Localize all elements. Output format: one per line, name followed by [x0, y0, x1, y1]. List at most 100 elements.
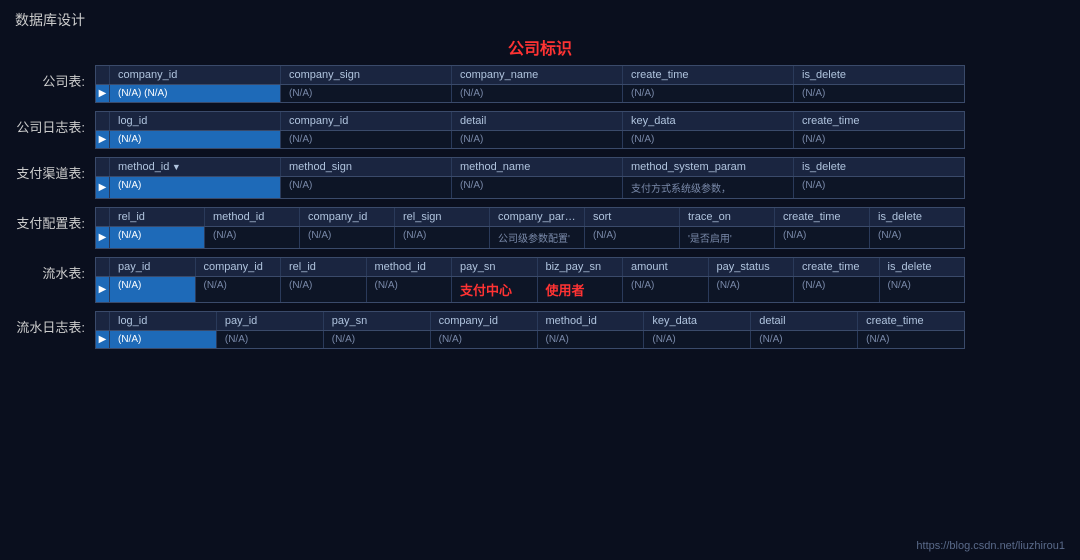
table-2: method_idmethod_signmethod_namemethod_sy… — [95, 157, 965, 199]
col-header-2-2: method_name — [452, 158, 623, 176]
cell-4-0-9: (N/A) — [880, 277, 965, 302]
cell-4-0-0: (N/A) — [110, 277, 196, 302]
cell-2-0-1: (N/A) — [281, 177, 452, 198]
cell-5-0-1: (N/A) — [217, 331, 324, 348]
col-header-3-3: rel_sign — [395, 208, 490, 226]
db-table-row-2: 支付渠道表:method_idmethod_signmethod_namemet… — [15, 157, 1065, 199]
col-header-4-6: amount — [623, 258, 709, 276]
cell-4-0-1: (N/A) — [196, 277, 282, 302]
col-header-1-4: create_time — [794, 112, 964, 130]
col-header-3-0: rel_id — [110, 208, 205, 226]
cell-1-0-0: (N/A) — [110, 131, 281, 148]
cell-0-0-4: (N/A) — [794, 85, 964, 102]
col-header-3-5: sort — [585, 208, 680, 226]
table-label-0: 公司表: — [15, 65, 95, 90]
cell-4-0-4: 支付中心 — [452, 277, 538, 302]
cell-4-0-6: (N/A) — [623, 277, 709, 302]
col-header-3-6: trace_on — [680, 208, 775, 226]
cell-0-0-1: (N/A) — [281, 85, 452, 102]
col-header-0-4: is_delete — [794, 66, 964, 84]
cell-0-0-2: (N/A) — [452, 85, 623, 102]
cell-0-0-0: (N/A) (N/A) — [110, 85, 281, 102]
table-label-5: 流水日志表: — [15, 311, 95, 336]
col-header-5-7: create_time — [858, 312, 964, 330]
cell-3-0-4: 公司级参数配置' — [490, 227, 585, 248]
db-table-row-5: 流水日志表:log_idpay_idpay_sncompany_idmethod… — [15, 311, 1065, 349]
cell-2-0-4: (N/A) — [794, 177, 964, 198]
table-1: log_idcompany_iddetailkey_datacreate_tim… — [95, 111, 965, 149]
col-header-3-7: create_time — [775, 208, 870, 226]
table-row-3-0: ▶(N/A)(N/A)(N/A)(N/A)公司级参数配置'(N/A)'是否启用'… — [96, 227, 964, 248]
col-header-2-1: method_sign — [281, 158, 452, 176]
col-header-3-1: method_id — [205, 208, 300, 226]
db-table-row-1: 公司日志表:log_idcompany_iddetailkey_datacrea… — [15, 111, 1065, 149]
col-header-5-5: key_data — [644, 312, 751, 330]
cell-1-0-3: (N/A) — [623, 131, 794, 148]
col-header-5-0: log_id — [110, 312, 217, 330]
col-header-4-8: create_time — [794, 258, 880, 276]
cell-3-0-8: (N/A) — [870, 227, 964, 248]
table-label-3: 支付配置表: — [15, 207, 95, 232]
table-4: pay_idcompany_idrel_idmethod_idpay_snbiz… — [95, 257, 965, 303]
col-header-1-3: key_data — [623, 112, 794, 130]
cell-4-0-8: (N/A) — [794, 277, 880, 302]
cell-5-0-6: (N/A) — [751, 331, 858, 348]
cell-3-0-1: (N/A) — [205, 227, 300, 248]
cell-4-0-3: (N/A) — [367, 277, 453, 302]
col-header-2-4: is_delete — [794, 158, 964, 176]
col-header-0-1: company_sign — [281, 66, 452, 84]
col-header-3-8: is_delete — [870, 208, 964, 226]
col-header-4-0: pay_id — [110, 258, 196, 276]
cell-5-0-2: (N/A) — [324, 331, 431, 348]
col-header-4-1: company_id — [196, 258, 282, 276]
col-header-1-2: detail — [452, 112, 623, 130]
col-header-0-2: company_name — [452, 66, 623, 84]
cell-5-0-4: (N/A) — [538, 331, 645, 348]
col-header-4-7: pay_status — [709, 258, 795, 276]
cell-3-0-3: (N/A) — [395, 227, 490, 248]
col-header-4-5: biz_pay_sn — [538, 258, 624, 276]
cell-2-0-2: (N/A) — [452, 177, 623, 198]
table-row-0-0: ▶(N/A) (N/A)(N/A)(N/A)(N/A)(N/A) — [96, 85, 964, 102]
cell-3-0-7: (N/A) — [775, 227, 870, 248]
cell-5-0-3: (N/A) — [431, 331, 538, 348]
table-label-2: 支付渠道表: — [15, 157, 95, 182]
cell-5-0-7: (N/A) — [858, 331, 964, 348]
col-header-4-4: pay_sn — [452, 258, 538, 276]
col-header-1-1: company_id — [281, 112, 452, 130]
table-label-1: 公司日志表: — [15, 111, 95, 136]
cell-4-0-5: 使用者 — [538, 277, 624, 302]
col-header-4-3: method_id — [367, 258, 453, 276]
cell-1-0-2: (N/A) — [452, 131, 623, 148]
col-header-2-3: method_system_param — [623, 158, 794, 176]
page-title: 数据库设计 — [0, 0, 1080, 35]
cell-3-0-6: '是否启用' — [680, 227, 775, 248]
cell-1-0-4: (N/A) — [794, 131, 964, 148]
cell-3-0-5: (N/A) — [585, 227, 680, 248]
col-header-5-1: pay_id — [217, 312, 324, 330]
cell-4-0-7: (N/A) — [709, 277, 795, 302]
table-0: company_idcompany_signcompany_namecreate… — [95, 65, 965, 103]
table-3: rel_idmethod_idcompany_idrel_signcompany… — [95, 207, 965, 249]
cell-1-0-1: (N/A) — [281, 131, 452, 148]
col-header-1-0: log_id — [110, 112, 281, 130]
table-row-4-0: ▶(N/A)(N/A)(N/A)(N/A)支付中心使用者(N/A)(N/A)(N… — [96, 277, 964, 302]
cell-0-0-3: (N/A) — [623, 85, 794, 102]
col-header-3-2: company_id — [300, 208, 395, 226]
col-header-5-3: company_id — [431, 312, 538, 330]
col-header-4-2: rel_id — [281, 258, 367, 276]
col-header-2-0: method_id — [110, 158, 281, 176]
col-header-3-4: company_param — [490, 208, 585, 226]
db-table-row-3: 支付配置表:rel_idmethod_idcompany_idrel_signc… — [15, 207, 1065, 249]
cell-2-0-0: (N/A) — [110, 177, 281, 198]
footer-url: https://blog.csdn.net/liuzhirou1 — [916, 540, 1065, 552]
table-label-4: 流水表: — [15, 257, 95, 282]
col-header-0-0: company_id — [110, 66, 281, 84]
cell-5-0-0: (N/A) — [110, 331, 217, 348]
col-header-5-2: pay_sn — [324, 312, 431, 330]
db-table-row-4: 流水表:pay_idcompany_idrel_idmethod_idpay_s… — [15, 257, 1065, 303]
col-header-0-3: create_time — [623, 66, 794, 84]
table-5: log_idpay_idpay_sncompany_idmethod_idkey… — [95, 311, 965, 349]
cell-3-0-2: (N/A) — [300, 227, 395, 248]
table-row-1-0: ▶(N/A)(N/A)(N/A)(N/A)(N/A) — [96, 131, 964, 148]
